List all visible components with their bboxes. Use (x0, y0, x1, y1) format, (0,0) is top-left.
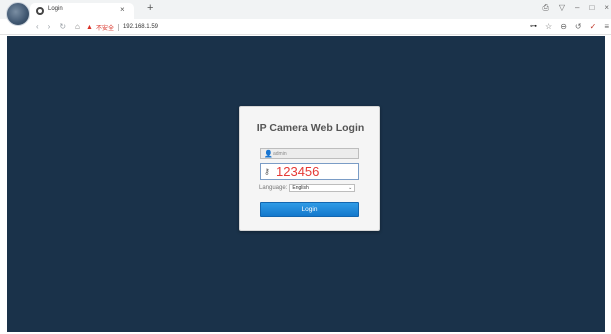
forward-icon[interactable]: › (48, 22, 51, 32)
login-title: IP Camera Web Login (256, 122, 365, 134)
password-field[interactable]: ⚷ 123456 (260, 163, 359, 180)
tab-close-icon[interactable]: × (120, 4, 125, 16)
login-card: IP Camera Web Login 👤 admin ⚷ 123456 Lan… (239, 106, 380, 231)
chevron-down-icon: ⌄ (348, 184, 353, 191)
address-toolbar: ‹ › ↻ ⌂ ▲ 不安全 192.168.1.59 ⊶ ☆ ⊖ ↺ ✓ ≡ (0, 19, 611, 35)
navigation-buttons: ‹ › ↻ ⌂ (36, 22, 80, 32)
warning-icon: ▲ (86, 23, 93, 31)
minimize-button[interactable]: – (575, 3, 579, 13)
language-value: English (292, 184, 309, 191)
back-icon[interactable]: ‹ (36, 22, 39, 32)
user-icon: 👤 (264, 151, 273, 158)
collapse-icon[interactable]: ▽ (559, 3, 565, 13)
address-bar[interactable]: ▲ 不安全 192.168.1.59 (86, 21, 526, 33)
maximize-button[interactable]: □ (589, 3, 594, 13)
key-icon[interactable]: ⊶ (530, 22, 537, 32)
profile-avatar[interactable] (6, 2, 30, 26)
reader-icon[interactable]: ⊖ (560, 22, 567, 32)
tab-title: Login (48, 6, 63, 12)
login-button[interactable]: Login (260, 202, 359, 217)
address-divider (117, 23, 119, 31)
print-icon[interactable]: ⎙ (542, 3, 548, 13)
key-icon: ⚷ (264, 167, 270, 176)
new-tab-button[interactable]: + (147, 1, 153, 15)
home-icon[interactable]: ⌂ (75, 22, 80, 32)
globe-icon (36, 7, 44, 15)
close-window-button[interactable]: × (604, 3, 609, 13)
menu-icon[interactable]: ≡ (604, 22, 609, 32)
username-field[interactable]: 👤 admin (260, 148, 359, 159)
star-icon[interactable]: ☆ (545, 22, 552, 32)
language-label: Language: (259, 184, 288, 191)
tab-strip: Login × + ⎙ ▽ – □ × (0, 0, 611, 26)
reload-icon[interactable]: ↻ (59, 22, 66, 32)
extension-icon[interactable]: ✓ (590, 22, 597, 32)
window-controls: ⎙ ▽ – □ × (542, 3, 609, 13)
language-select[interactable]: English ⌄ (289, 183, 356, 192)
username-placeholder: admin (273, 151, 287, 157)
tab-login[interactable]: Login × (30, 3, 134, 19)
url-text[interactable]: 192.168.1.59 (123, 24, 158, 30)
toolbar-right-icons: ⊶ ☆ ⊖ ↺ ✓ ≡ (530, 22, 609, 32)
undo-icon[interactable]: ↺ (575, 22, 582, 32)
browser-window: Login × + ⎙ ▽ – □ × ‹ › ↻ ⌂ ▲ 不安全 192.16… (0, 0, 611, 334)
page-content: IP Camera Web Login 👤 admin ⚷ 123456 Lan… (7, 36, 605, 332)
password-value: 123456 (276, 164, 320, 179)
security-warning[interactable]: 不安全 (96, 23, 114, 32)
language-row: Language: English ⌄ (259, 183, 359, 192)
